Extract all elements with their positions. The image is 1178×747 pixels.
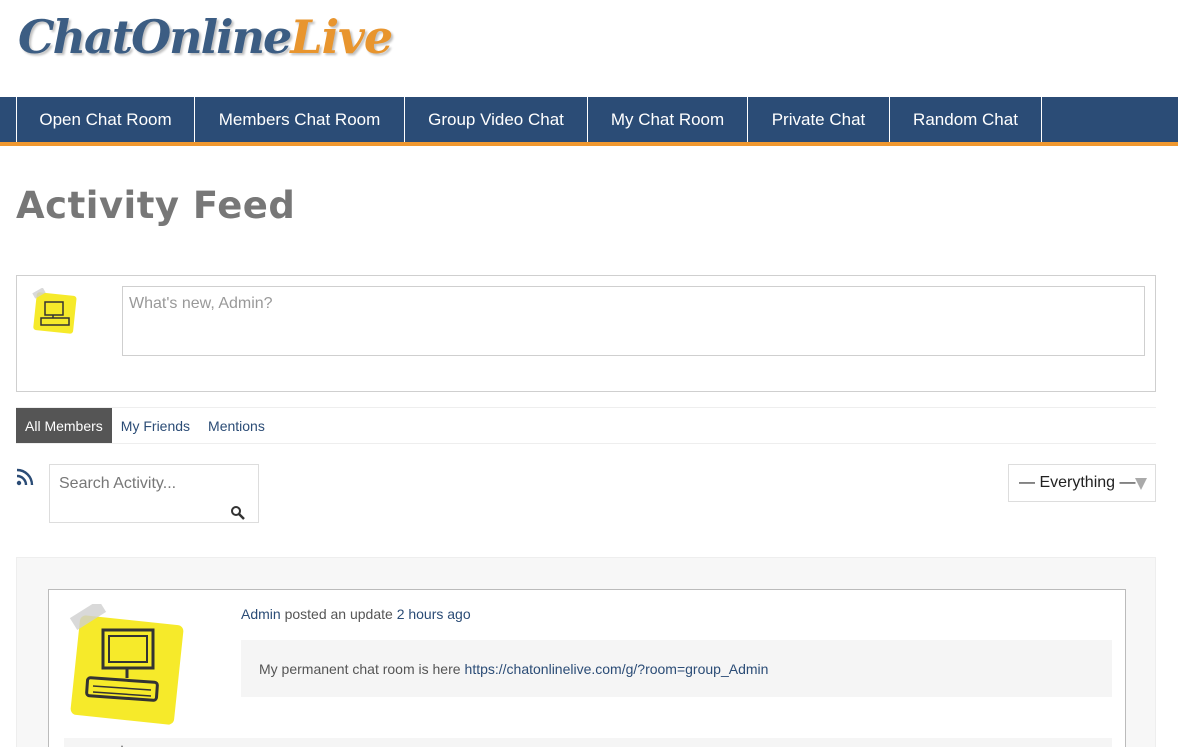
whats-new-input[interactable] [122,286,1145,356]
activity-content-link[interactable]: https://chatonlinelive.com/g/?room=group… [465,661,769,677]
activity-meta-bar [64,738,1112,747]
user-avatar[interactable] [31,288,79,336]
nav-item-open-chat-room[interactable]: Open Chat Room [16,97,195,142]
activity-header: Admin posted an update 2 hours ago [241,606,471,622]
site-logo[interactable]: ChatOnline Live [18,10,393,74]
nav-item-members-chat-room[interactable]: Members Chat Room [195,97,405,142]
search-icon[interactable] [230,505,246,521]
delete-icon[interactable] [152,742,168,747]
comment-icon[interactable] [76,742,92,747]
activity-tabs: All Members My Friends Mentions [16,407,1156,444]
activity-stream: Admin posted an update 2 hours ago My pe… [16,557,1156,747]
dropdown-arrow-icon [1135,478,1147,490]
filter-selected-value: — Everything — [1019,474,1136,491]
star-icon[interactable] [114,742,130,747]
tab-all-members[interactable]: All Members [16,408,112,443]
activity-content: My permanent chat room is here https://c… [241,640,1112,697]
logo-text-live: Live [290,10,393,64]
nav-item-private-chat[interactable]: Private Chat [748,97,890,142]
activity-user-avatar[interactable] [63,604,191,726]
activity-item: Admin posted an update 2 hours ago My pe… [48,589,1126,747]
nav-item-group-video-chat[interactable]: Group Video Chat [405,97,588,142]
activity-action: posted an update [284,606,393,622]
post-update-form [16,275,1156,392]
activity-content-text: My permanent chat room is here [259,660,461,677]
main-navigation: Open Chat Room Members Chat Room Group V… [0,97,1178,146]
activity-filter-select[interactable]: — Everything — [1008,464,1156,502]
nav-item-my-chat-room[interactable]: My Chat Room [588,97,748,142]
tab-my-friends[interactable]: My Friends [112,408,199,443]
logo-text-chatonline: ChatOnline [18,10,292,64]
search-input[interactable] [59,469,249,499]
activity-time-link[interactable]: 2 hours ago [397,606,471,622]
rss-icon[interactable] [16,468,34,486]
activity-search [49,464,259,523]
tab-mentions[interactable]: Mentions [199,408,274,443]
page-title: Activity Feed [16,184,296,227]
activity-user-link[interactable]: Admin [241,606,281,622]
nav-item-random-chat[interactable]: Random Chat [890,97,1042,142]
